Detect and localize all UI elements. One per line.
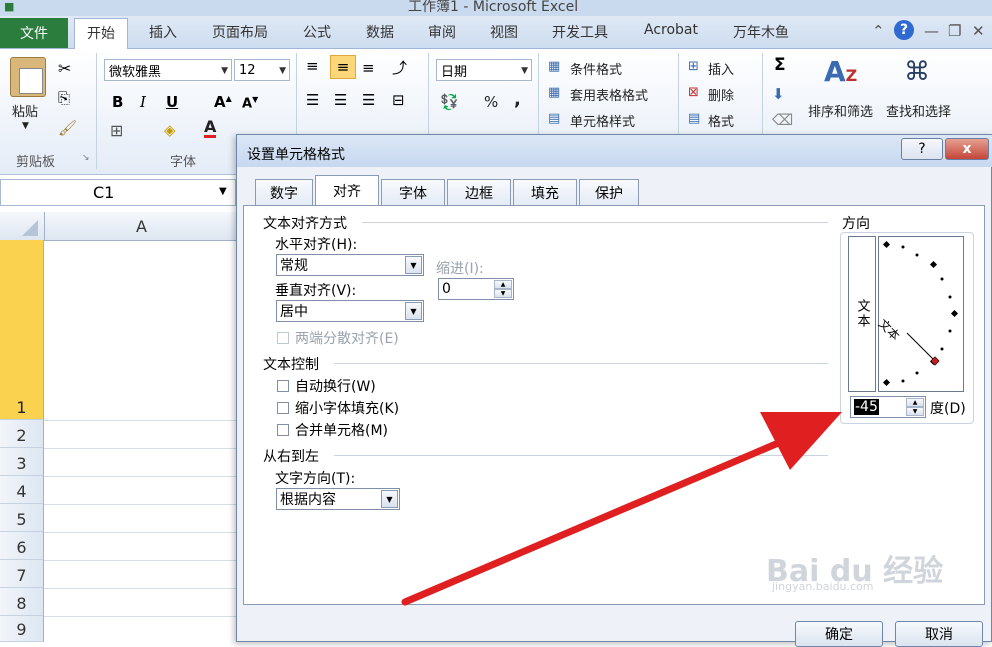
annotation-arrow — [401, 412, 842, 606]
